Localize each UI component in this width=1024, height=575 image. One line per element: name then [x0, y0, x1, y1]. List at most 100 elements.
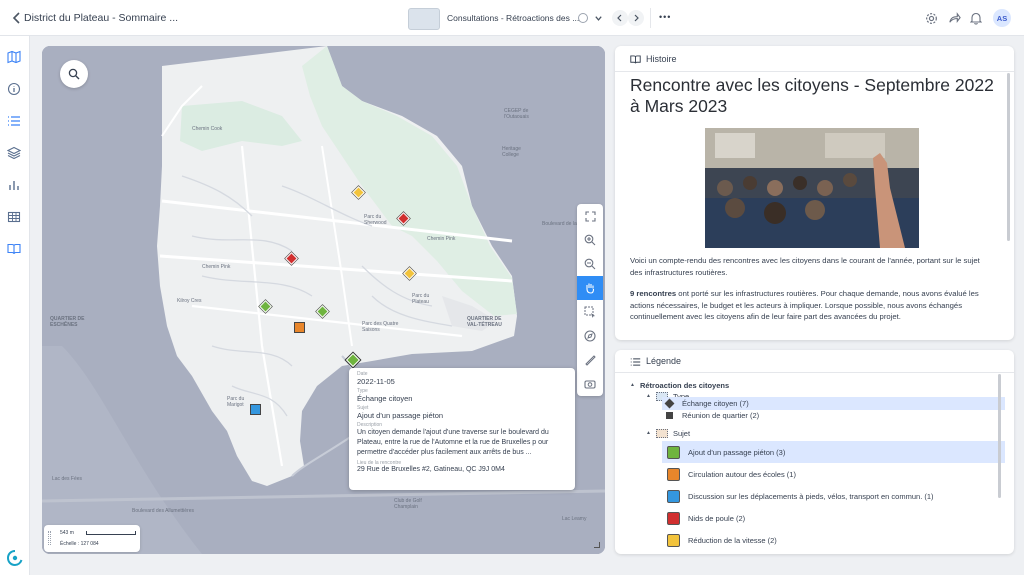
map-marker-square[interactable]: [294, 322, 305, 333]
legend-subject-item-label: Discussion sur les déplacements à pieds,…: [688, 491, 934, 501]
drag-handle-icon[interactable]: [48, 531, 51, 545]
story-image: [705, 128, 919, 248]
place-label: Heritage College: [502, 146, 521, 158]
diamond-icon: [664, 398, 675, 409]
back-arrow-icon[interactable]: [10, 11, 24, 25]
map-toolbar: [577, 204, 603, 396]
legend-subject-item-label: Ajout d'un passage piéton (3): [688, 447, 786, 457]
color-swatch: [667, 445, 680, 459]
story-panel: Histoire Rencontre avec les citoyens - S…: [615, 46, 1014, 340]
street-label: Chemin Pink: [202, 264, 231, 270]
story-paragraph-2: 9 rencontres ont porté sur les infrastru…: [630, 288, 994, 323]
center-title[interactable]: Consultations - Rétroactions des ...: [447, 13, 579, 23]
chevron-down-icon[interactable]: [592, 12, 604, 24]
legend-type-item-label: Réunion de quartier (2): [682, 411, 760, 420]
previous-icon[interactable]: [612, 10, 628, 26]
district-label: QUARTIER DE VAL-TÉTREAU: [467, 316, 502, 328]
bar-chart-icon[interactable]: [7, 178, 23, 194]
back-title[interactable]: District du Plateau - Sommaire ...: [24, 12, 178, 24]
popup-subject-value: Ajout d'un passage piéton: [357, 411, 444, 420]
park-label: Parc du Plateau: [412, 293, 430, 305]
table-icon[interactable]: [7, 210, 23, 226]
popup-type-value: Échange citoyen: [357, 394, 413, 403]
street-label: Kilroy Cres: [177, 298, 202, 304]
legend-subject-item-label: Nids de poule (2): [688, 513, 746, 523]
story-title: Rencontre avec les citoyens - Septembre …: [630, 75, 994, 116]
collapse-triangle-icon[interactable]: ▲: [646, 393, 651, 399]
scale-bar: 543 m Échelle : 127 084: [44, 525, 140, 552]
pan-hand-icon[interactable]: [577, 276, 603, 300]
info-icon[interactable]: [7, 82, 23, 98]
next-icon[interactable]: [628, 10, 644, 26]
story-paragraph-2-bold: 9 rencontres: [630, 289, 677, 298]
legend-subject-item[interactable]: Discussion sur les déplacements à pieds,…: [662, 485, 1005, 507]
ruler-icon[interactable]: [577, 348, 603, 372]
street-label: Chemin Cook: [192, 126, 223, 132]
divider: [650, 8, 651, 28]
layers-icon[interactable]: [6, 146, 23, 162]
popup-description-value: Un citoyen demande l'ajout d'une travers…: [357, 429, 549, 456]
legend-subject-item[interactable]: Nids de poule (2): [662, 507, 1005, 529]
color-swatch: [667, 511, 680, 525]
legend-subject-item-label: Réduction de la vitesse (2): [688, 535, 777, 545]
group-thumbnail-icon: [655, 428, 668, 438]
legend-panel: Légende ▲ Rétroaction des citoyens ▲ Typ…: [615, 350, 1014, 554]
zoom-in-icon[interactable]: [577, 228, 603, 252]
street-label: Chemin Pink: [427, 236, 456, 242]
square-icon: [666, 412, 673, 419]
feature-popup[interactable]: Date 2022-11-05 Type Échange citoyen Suj…: [349, 368, 575, 490]
zoom-out-icon[interactable]: [577, 252, 603, 276]
place-label: Club de Golf Champlain: [394, 498, 422, 510]
story-paragraph-2-text: ont porté sur les infrastructures routiè…: [630, 289, 979, 321]
avatar[interactable]: AS: [993, 9, 1011, 27]
divider: [615, 71, 1014, 72]
scale-line: [86, 531, 136, 535]
story-thumbnail[interactable]: [408, 8, 440, 30]
legend-scrollbar[interactable]: [998, 374, 1001, 498]
place-label: Lac Leamy: [562, 516, 587, 522]
park-label: Parc des Quatre Saisons: [362, 321, 399, 333]
more-menu-button[interactable]: •••: [659, 12, 671, 22]
color-swatch: [667, 533, 680, 547]
popup-place-value: 29 Rue de Bruxelles #2, Gatineau, QC J9J…: [357, 466, 505, 473]
map-marker-square[interactable]: [250, 404, 261, 415]
scale-distance: 543 m: [60, 530, 74, 536]
legend-type-item-label: Échange citoyen (7): [682, 399, 749, 408]
legend-subject-item[interactable]: Ajout d'un passage piéton (3): [662, 441, 1005, 463]
list-icon[interactable]: [7, 114, 23, 130]
book-icon[interactable]: [7, 242, 23, 258]
select-area-icon[interactable]: [577, 300, 603, 324]
legend-subject-item-label: Circulation autour des écoles (1): [688, 469, 796, 479]
list-icon: [629, 356, 641, 368]
popup-date-value: 2022-11-05: [357, 377, 395, 386]
share-icon[interactable]: [947, 11, 961, 25]
fullscreen-icon[interactable]: [577, 204, 603, 228]
map-icon[interactable]: [7, 50, 23, 66]
gear-icon[interactable]: [924, 11, 938, 25]
app-logo-icon[interactable]: [6, 549, 24, 567]
legend-subject-group-label: Sujet: [672, 428, 691, 438]
bell-icon[interactable]: [969, 11, 983, 25]
resize-handle-icon[interactable]: [594, 542, 600, 548]
compass-icon[interactable]: [577, 324, 603, 348]
story-header: Histoire: [646, 54, 677, 64]
legend-subject-item[interactable]: Circulation autour des écoles (1): [662, 463, 1005, 485]
color-swatch: [667, 489, 680, 503]
divider: [615, 372, 1014, 373]
legend-header: Légende: [646, 356, 682, 366]
left-sidebar: [0, 36, 30, 575]
camera-icon[interactable]: [577, 372, 603, 396]
story-paragraph-1: Voici un compte-rendu des rencontres ave…: [630, 256, 980, 277]
story-scrollbar[interactable]: [1007, 73, 1010, 241]
legend-type-item[interactable]: Réunion de quartier (2): [662, 409, 1005, 422]
map-search-button[interactable]: [60, 60, 88, 88]
district-label: QUARTIER DE ESCHÊNES: [50, 316, 85, 328]
place-label: Lac des Fées: [52, 476, 83, 482]
map-view[interactable]: Chemin Cook Chemin Pink Chemin Pink Kilr…: [42, 46, 605, 554]
status-circle-icon: [578, 13, 588, 23]
legend-tree: ▲ Rétroaction des citoyens ▲ Type Échang…: [630, 374, 1005, 554]
collapse-triangle-icon[interactable]: ▲: [646, 430, 651, 436]
color-swatch: [667, 467, 680, 481]
legend-subject-item[interactable]: Réduction de la vitesse (2): [662, 529, 1005, 551]
search-icon: [68, 68, 80, 80]
